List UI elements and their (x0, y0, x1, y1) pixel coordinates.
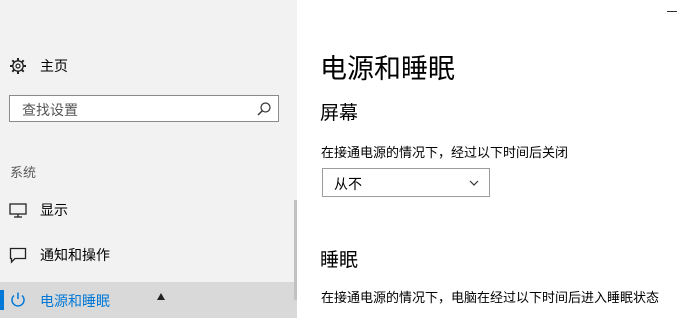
gear-icon (10, 58, 26, 74)
section-heading-screen: 屏幕 (320, 102, 359, 124)
sidebar-item-label: 显示 (40, 203, 68, 219)
sidebar-item-power-sleep[interactable]: 电源和睡眠 (0, 282, 297, 318)
section-heading-sleep: 睡眠 (320, 249, 359, 271)
sidebar-item-label: 电源和睡眠 (40, 294, 110, 310)
home-label: 主页 (40, 59, 68, 75)
notification-icon (9, 247, 27, 264)
main-content: 电源和睡眠 屏幕 在接通电源的情况下，经过以下时间后关闭 从不 睡眠 在接通电源… (297, 0, 697, 306)
chevron-down-icon (469, 180, 479, 186)
group-label-system: 系统 (10, 166, 37, 181)
mouse-cursor-icon (157, 293, 165, 300)
search-icon[interactable] (256, 101, 272, 117)
active-indicator (0, 290, 4, 310)
screen-timeout-description: 在接通电源的情况下，经过以下时间后关闭 (321, 146, 569, 161)
search-placeholder: 查找设置 (22, 103, 78, 119)
power-icon (11, 292, 25, 307)
screen-timeout-value: 从不 (334, 177, 362, 193)
sidebar: 主页 查找设置 系统 显示 通知和操作 电源和睡眠 (0, 0, 297, 318)
sidebar-item-display[interactable]: 显示 (0, 192, 297, 228)
monitor-icon (9, 203, 27, 218)
home-link[interactable]: 主页 (9, 55, 68, 77)
screen-timeout-select[interactable]: 从不 (322, 168, 490, 197)
sleep-timeout-description: 在接通电源的情况下，电脑在经过以下时间后进入睡眠状态 (321, 291, 660, 306)
sidebar-item-label: 通知和操作 (40, 248, 110, 264)
search-input[interactable]: 查找设置 (9, 95, 279, 122)
page-title: 电源和睡眠 (320, 54, 455, 85)
sidebar-item-notifications[interactable]: 通知和操作 (0, 237, 297, 273)
